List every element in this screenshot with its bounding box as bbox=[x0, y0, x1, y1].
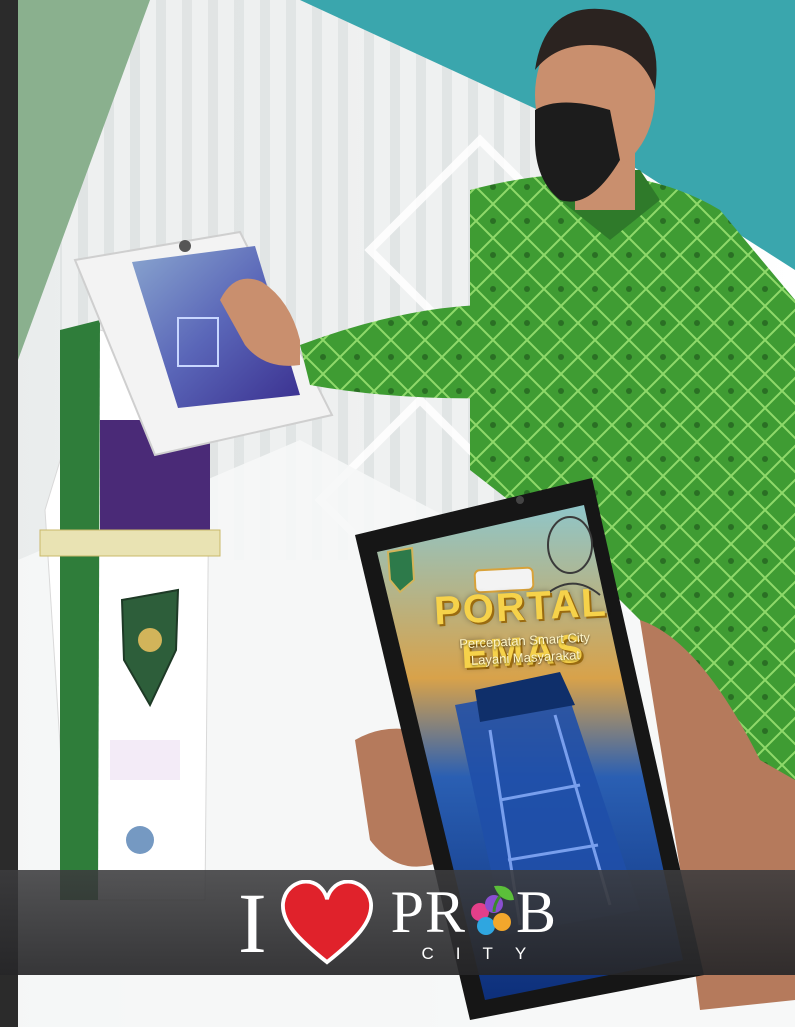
brand-wordmark: PR B bbox=[391, 882, 557, 942]
brand-logo: PR B CITY bbox=[391, 882, 557, 964]
brand-word-right: B bbox=[516, 878, 558, 945]
brand-city-text: CITY bbox=[421, 943, 549, 963]
i-love-prob-city-banner: I PR B CITY bbox=[0, 870, 795, 975]
brand-word-left: PR bbox=[390, 878, 466, 945]
heart-icon bbox=[280, 879, 373, 965]
grape-leaf-logo-icon bbox=[471, 885, 514, 935]
banner-i-letter: I bbox=[237, 874, 267, 971]
